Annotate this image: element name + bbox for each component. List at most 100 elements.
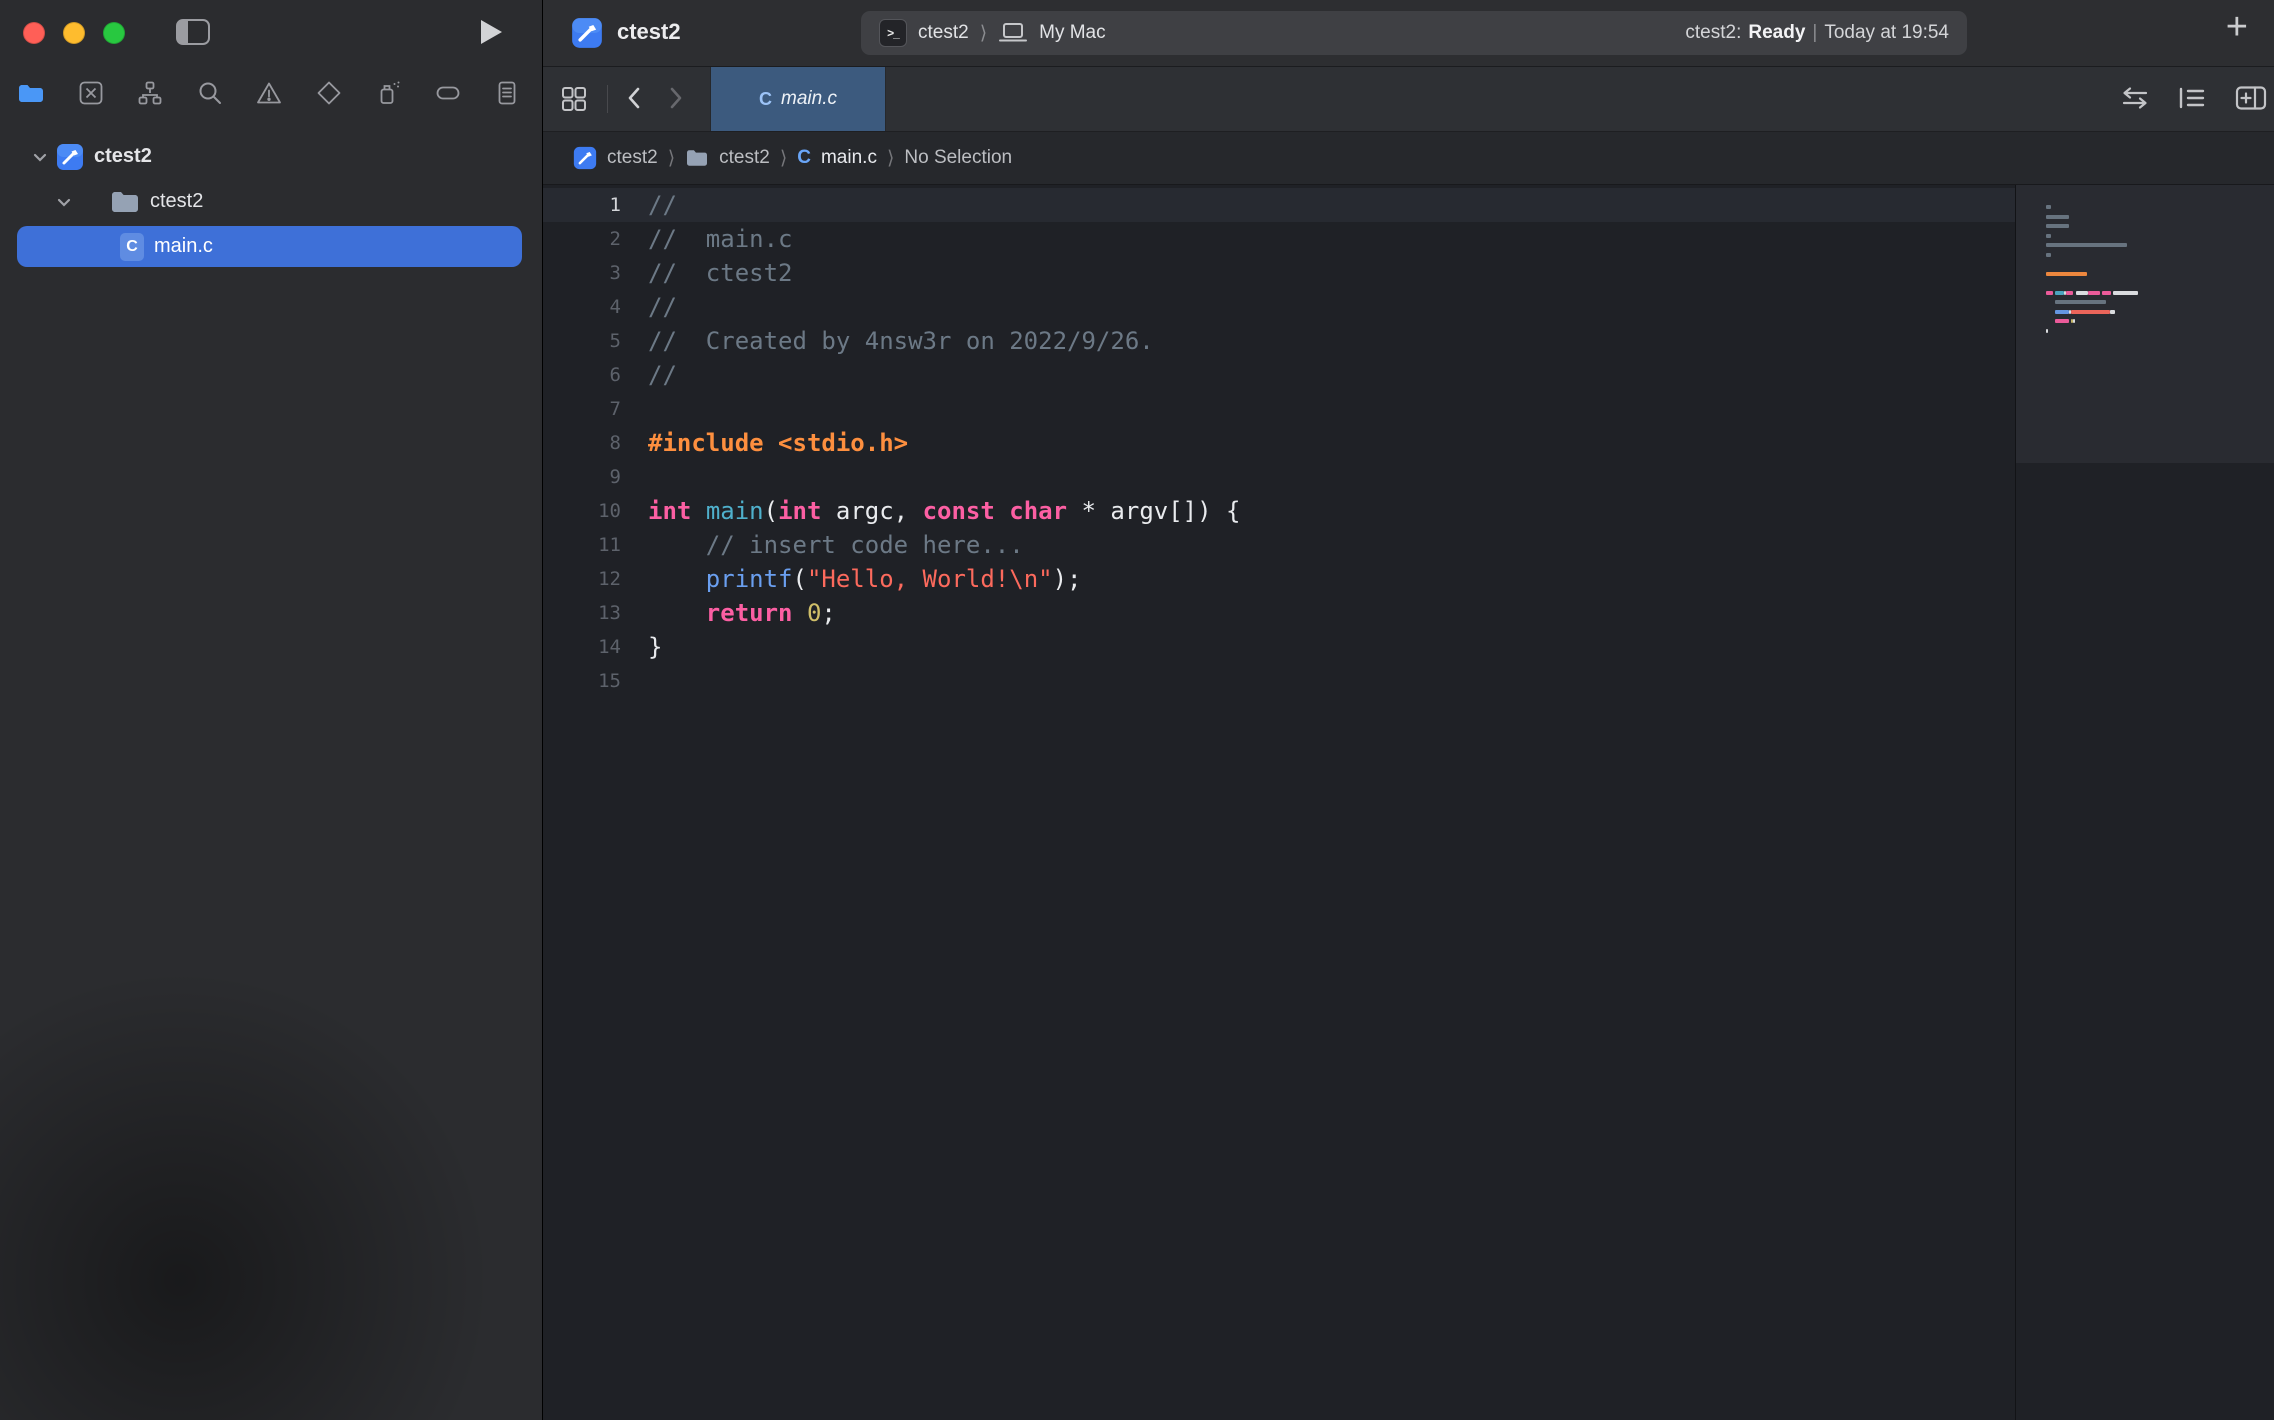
code-line[interactable]: 1//	[543, 188, 2015, 222]
sidebar-shadow	[0, 930, 540, 1420]
status-project: ctest2:	[1685, 22, 1741, 44]
main-area: ctest2 >_ ctest2 ⟩ My Mac ctest2: Ready …	[543, 0, 2274, 1420]
tab-main-c[interactable]: C main.c	[710, 67, 886, 131]
sidebar-toggle-icon[interactable]	[176, 19, 210, 45]
terminal-target-icon: >_	[879, 19, 907, 47]
related-items-grid-icon[interactable]	[561, 86, 587, 112]
code-area[interactable]: 1//2// main.c3// ctest24//5// Created by…	[543, 185, 2015, 1420]
code-line[interactable]: 10int main(int argc, const char * argv[]…	[543, 494, 2015, 528]
line-text	[621, 664, 648, 698]
code-line[interactable]: 14}	[543, 630, 2015, 664]
tests-navigator-icon[interactable]	[314, 78, 344, 108]
jumpbar-item-group[interactable]: ctest2	[719, 147, 770, 169]
line-number[interactable]: 1	[543, 188, 621, 222]
jump-bar: ctest2 ⟩ ctest2 ⟩ C main.c ⟩ No Selectio…	[543, 132, 2274, 185]
tree-item-label: main.c	[154, 235, 213, 258]
line-number[interactable]: 4	[543, 290, 621, 324]
line-number[interactable]: 13	[543, 596, 621, 630]
divider	[607, 85, 608, 113]
chevron-down-icon[interactable]	[56, 194, 72, 210]
folder-icon	[685, 148, 709, 168]
jumpbar-item-selection[interactable]: No Selection	[904, 147, 1012, 169]
code-line[interactable]: 7	[543, 392, 2015, 426]
back-icon[interactable]	[623, 82, 647, 114]
code-line[interactable]: 2// main.c	[543, 222, 2015, 256]
library-add-button[interactable]: +	[2226, 6, 2248, 49]
line-text: //	[621, 358, 677, 392]
add-editor-icon[interactable]	[2235, 85, 2267, 111]
code-line[interactable]: 12 printf("Hello, World!\n");	[543, 562, 2015, 596]
file-tree: ctest2 ctest2 C main.c	[0, 122, 542, 269]
line-number[interactable]: 11	[543, 528, 621, 562]
chevron-right-icon: ⟩	[980, 22, 987, 44]
line-number[interactable]: 7	[543, 392, 621, 426]
chevron-down-icon[interactable]	[32, 149, 48, 165]
line-text: }	[621, 630, 662, 664]
traffic-lights	[23, 22, 125, 44]
line-number[interactable]: 15	[543, 664, 621, 698]
reports-navigator-icon[interactable]	[492, 78, 522, 108]
chevron-right-icon: ⟩	[668, 147, 675, 169]
code-line[interactable]: 8#include <stdio.h>	[543, 426, 2015, 460]
debug-navigator-icon[interactable]	[373, 78, 403, 108]
code-line[interactable]: 15	[543, 664, 2015, 698]
line-number[interactable]: 5	[543, 324, 621, 358]
c-file-icon: C	[797, 147, 811, 169]
line-number[interactable]: 3	[543, 256, 621, 290]
line-text	[621, 392, 648, 426]
scheme-destination[interactable]: My Mac	[1039, 22, 1106, 44]
issues-navigator-icon[interactable]	[254, 78, 284, 108]
line-text: // Created by 4nsw3r on 2022/9/26.	[621, 324, 1154, 358]
scheme-activity-bar[interactable]: >_ ctest2 ⟩ My Mac ctest2: Ready | Today…	[861, 11, 1967, 55]
code-line[interactable]: 9	[543, 460, 2015, 494]
navigator-sidebar: ctest2 ctest2 C main.c	[0, 0, 543, 1420]
run-button[interactable]	[478, 18, 504, 46]
forward-icon[interactable]	[663, 82, 687, 114]
code-line[interactable]: 13 return 0;	[543, 596, 2015, 630]
line-number[interactable]: 6	[543, 358, 621, 392]
line-text: #include <stdio.h>	[621, 426, 908, 460]
line-number[interactable]: 10	[543, 494, 621, 528]
chevron-right-icon: ⟩	[887, 147, 894, 169]
code-line[interactable]: 3// ctest2	[543, 256, 2015, 290]
c-file-icon: C	[759, 89, 772, 110]
close-button[interactable]	[23, 22, 45, 44]
line-text: // ctest2	[621, 256, 793, 290]
project-navigator-icon[interactable]	[16, 78, 46, 108]
editor-arrows-icon[interactable]	[2119, 85, 2151, 111]
source-control-icon[interactable]	[76, 78, 106, 108]
line-number[interactable]: 2	[543, 222, 621, 256]
line-number[interactable]: 12	[543, 562, 621, 596]
code-line[interactable]: 11 // insert code here...	[543, 528, 2015, 562]
window-controls-bar	[0, 0, 542, 64]
minimap[interactable]	[2015, 185, 2274, 1420]
line-number[interactable]: 8	[543, 426, 621, 460]
line-text	[621, 460, 648, 494]
chevron-right-icon: ⟩	[780, 147, 787, 169]
minimize-button[interactable]	[63, 22, 85, 44]
minimap-content	[2046, 205, 2266, 348]
code-line[interactable]: 4//	[543, 290, 2015, 324]
laptop-icon	[998, 22, 1028, 44]
tree-item-group[interactable]: ctest2	[0, 179, 542, 224]
tree-item-project[interactable]: ctest2	[0, 134, 542, 179]
status-time: Today at 19:54	[1824, 22, 1949, 44]
breakpoints-navigator-icon[interactable]	[433, 78, 463, 108]
scheme-target[interactable]: ctest2	[918, 22, 969, 44]
find-navigator-icon[interactable]	[195, 78, 225, 108]
activity-status: ctest2: Ready | Today at 19:54	[1685, 22, 1949, 44]
line-number[interactable]: 9	[543, 460, 621, 494]
line-text: //	[621, 188, 677, 222]
symbols-navigator-icon[interactable]	[135, 78, 165, 108]
editor-options-lines-icon[interactable]	[2177, 85, 2207, 111]
c-file-icon: C	[120, 233, 144, 261]
tree-item-file-selected[interactable]: C main.c	[0, 224, 542, 269]
code-line[interactable]: 6//	[543, 358, 2015, 392]
code-line[interactable]: 5// Created by 4nsw3r on 2022/9/26.	[543, 324, 2015, 358]
zoom-button[interactable]	[103, 22, 125, 44]
jumpbar-item-project[interactable]: ctest2	[607, 147, 658, 169]
status-separator: |	[1812, 22, 1817, 44]
line-number[interactable]: 14	[543, 630, 621, 664]
jumpbar-item-file[interactable]: main.c	[821, 147, 877, 169]
folder-icon	[110, 189, 140, 215]
